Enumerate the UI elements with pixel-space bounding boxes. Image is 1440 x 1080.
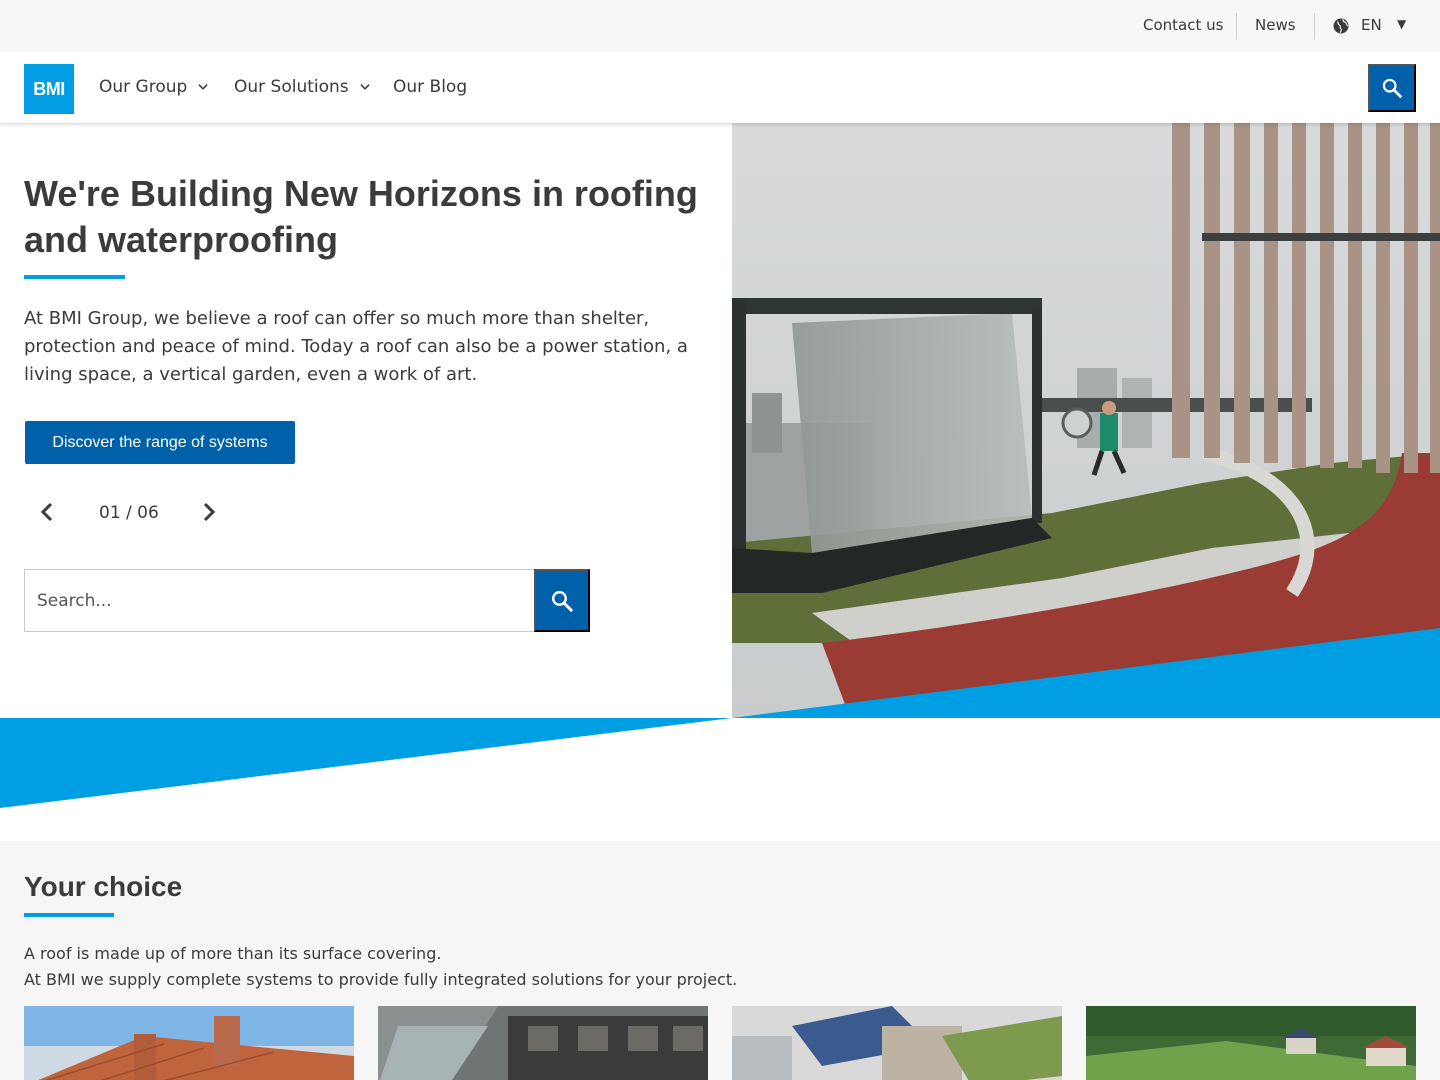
header-search-button[interactable] bbox=[1368, 64, 1416, 112]
nav-our-group[interactable]: Our Group bbox=[99, 77, 210, 97]
slide-counter: 01 / 06 bbox=[99, 503, 159, 523]
your-choice-section: Your choice A roof is made up of more th… bbox=[0, 841, 1440, 1080]
chevron-right-icon[interactable] bbox=[196, 500, 220, 524]
discover-systems-button[interactable]: Discover the range of systems bbox=[25, 421, 295, 464]
divider bbox=[1236, 13, 1237, 39]
card-image bbox=[1086, 1006, 1416, 1080]
nav-label: Our Blog bbox=[393, 77, 468, 97]
solution-card[interactable] bbox=[24, 1006, 354, 1080]
card-image bbox=[24, 1006, 354, 1080]
nav-our-solutions[interactable]: Our Solutions bbox=[234, 77, 372, 97]
card-image bbox=[732, 1006, 1062, 1080]
search-icon bbox=[551, 590, 574, 612]
solution-card[interactable] bbox=[378, 1006, 708, 1080]
title-accent-bar bbox=[24, 913, 114, 917]
section-intro-line: A roof is made up of more than its surfa… bbox=[24, 944, 442, 963]
search-submit-button[interactable] bbox=[534, 569, 590, 632]
nav-label: Our Solutions bbox=[234, 77, 349, 97]
nav-our-blog[interactable]: Our Blog bbox=[393, 77, 467, 97]
chevron-down-icon bbox=[198, 84, 208, 90]
caret-down-icon[interactable]: ▼ bbox=[1397, 17, 1406, 31]
contact-us-link[interactable]: Contact us bbox=[1143, 16, 1223, 34]
nav-label: Our Group bbox=[99, 77, 188, 97]
bmi-logo[interactable]: BMI bbox=[24, 64, 74, 114]
hero-description: At BMI Group, we believe a roof can offe… bbox=[24, 308, 688, 385]
main-header: BMI Our Group Our Solutions Our Blog bbox=[0, 52, 1440, 123]
decorative-wedge bbox=[0, 718, 732, 808]
logo-text: BMI bbox=[33, 78, 65, 99]
chevron-down-icon bbox=[360, 84, 370, 90]
section-intro-line: At BMI we supply complete systems to pro… bbox=[24, 970, 738, 989]
hero-image bbox=[732, 123, 1440, 718]
solution-card[interactable] bbox=[1086, 1006, 1416, 1080]
title-accent-bar bbox=[24, 275, 125, 279]
hero-title: We're Building New Horizons in roofing a… bbox=[24, 173, 698, 260]
search-input[interactable] bbox=[24, 569, 535, 632]
solution-card[interactable] bbox=[732, 1006, 1062, 1080]
section-title: Your choice bbox=[24, 871, 183, 902]
chevron-left-icon[interactable] bbox=[36, 500, 60, 524]
search-icon bbox=[1382, 78, 1403, 99]
language-selector[interactable]: EN bbox=[1361, 16, 1382, 34]
globe-icon[interactable] bbox=[1332, 17, 1350, 35]
card-image bbox=[378, 1006, 708, 1080]
news-link[interactable]: News bbox=[1255, 16, 1296, 34]
divider bbox=[1314, 13, 1315, 39]
utility-bar: Contact us News EN ▼ bbox=[0, 0, 1440, 52]
